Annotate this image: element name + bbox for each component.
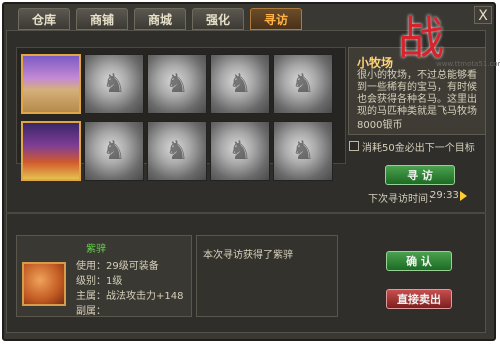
- tab-warehouse[interactable]: 仓库: [18, 8, 70, 30]
- locked-horse-icon: ♞: [165, 136, 189, 166]
- slot-locked[interactable]: ♞: [273, 54, 333, 114]
- selected-description: 很小的牧场，不过总能够看到一些稀有的宝马，有时候也会获得各种名马。这里出现的马匹…: [357, 70, 477, 117]
- horse-sub-attr: 副属：: [76, 306, 106, 317]
- site-logo: 战 www.ttmota51.com: [398, 2, 500, 72]
- selected-title: 小牧场: [357, 56, 394, 70]
- logo-glyph: 战: [398, 11, 444, 65]
- slot-locked[interactable]: ♞: [147, 54, 207, 114]
- confirm-button[interactable]: 确 认: [386, 251, 452, 271]
- slot-locked[interactable]: ♞: [210, 121, 270, 181]
- locked-horse-icon: ♞: [165, 69, 189, 99]
- timer-value: 29:33: [430, 190, 459, 201]
- locked-horse-icon: ♞: [102, 69, 126, 99]
- sell-button[interactable]: 直接卖出: [386, 289, 452, 309]
- slot-locked[interactable]: ♞: [84, 54, 144, 114]
- guarantee-label: 消耗50金必出下一个目标: [362, 143, 475, 154]
- locked-horse-icon: ♞: [291, 69, 315, 99]
- tab-enhance[interactable]: 强化: [192, 8, 244, 30]
- locked-horse-icon: ♞: [102, 136, 126, 166]
- tab-shop[interactable]: 商铺: [76, 8, 128, 30]
- slot-locked[interactable]: ♞: [147, 121, 207, 181]
- slot-small-ranch[interactable]: [21, 54, 81, 114]
- tab-search[interactable]: 寻访: [250, 8, 302, 30]
- horse-use: 使用：29级可装备: [76, 261, 159, 272]
- play-icon[interactable]: [460, 191, 467, 201]
- horse-level: 级别：1级: [76, 276, 123, 287]
- tab-mall[interactable]: 商城: [134, 8, 186, 30]
- search-button[interactable]: 寻 访: [385, 165, 455, 185]
- divider: [6, 212, 486, 214]
- locked-horse-icon: ♞: [228, 69, 252, 99]
- selected-price: 8000银币: [357, 120, 403, 131]
- locked-horse-icon: ♞: [228, 136, 252, 166]
- horse-portrait: [22, 262, 66, 306]
- horse-main-attr: 主属：战法攻击力+148: [76, 291, 184, 302]
- logo-url: www.ttmota51.com: [436, 60, 500, 68]
- horse-name: 紫骍: [86, 244, 106, 255]
- slot-chariot[interactable]: [21, 121, 81, 181]
- slot-locked[interactable]: ♞: [273, 121, 333, 181]
- slot-locked[interactable]: ♞: [84, 121, 144, 181]
- guarantee-checkbox[interactable]: [349, 141, 359, 151]
- slot-locked[interactable]: ♞: [210, 54, 270, 114]
- timer-label: 下次寻访时间：: [368, 194, 438, 205]
- result-message: 本次寻访获得了紫骍: [203, 250, 293, 261]
- result-message-panel: 本次寻访获得了紫骍: [196, 235, 338, 317]
- locked-horse-icon: ♞: [291, 136, 315, 166]
